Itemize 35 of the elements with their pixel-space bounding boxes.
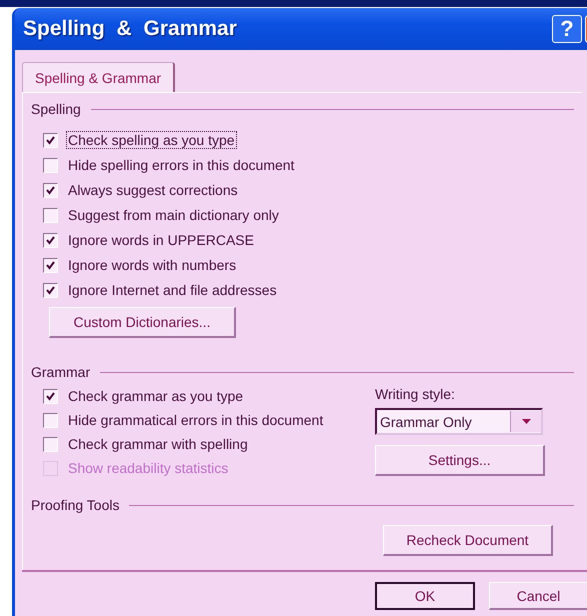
checkbox-label: Ignore words with numbers bbox=[67, 256, 238, 274]
checkbox-label: Check grammar as you type bbox=[67, 387, 244, 405]
field-label: Writing style: bbox=[375, 386, 456, 404]
custom-dictionaries-button[interactable]: Custom Dictionaries... bbox=[49, 307, 236, 338]
window-title: Spelling & Grammar bbox=[23, 17, 238, 41]
checkbox-label: Suggest from main dictionary only bbox=[67, 206, 280, 224]
checkbox-label: Hide spelling errors in this document bbox=[67, 156, 296, 174]
section-heading: Spelling bbox=[31, 101, 81, 117]
section-heading: Grammar bbox=[31, 364, 90, 380]
settings-button[interactable]: Settings... bbox=[375, 445, 545, 476]
checkbox[interactable] bbox=[43, 182, 58, 198]
recheck-document-button[interactable]: Recheck Document bbox=[383, 525, 553, 556]
checkbox[interactable] bbox=[43, 132, 58, 148]
checkbox[interactable] bbox=[43, 158, 58, 172]
checkbox[interactable] bbox=[43, 232, 58, 248]
dropdown-arrow-icon bbox=[522, 419, 530, 424]
checkbox-label: Hide grammatical errors in this document bbox=[67, 411, 324, 429]
checkbox-label: Check spelling as you type bbox=[66, 131, 237, 149]
checkbox-label: Check grammar with spelling bbox=[67, 435, 249, 453]
help-button[interactable]: ? bbox=[552, 15, 582, 43]
tab[interactable]: Spelling & Grammar bbox=[22, 62, 176, 92]
checkbox[interactable] bbox=[43, 412, 58, 428]
checkbox-label: Show readability statistics bbox=[67, 459, 230, 477]
checkbox-label: Ignore Internet and file addresses bbox=[67, 281, 278, 299]
section-heading: Proofing Tools bbox=[31, 497, 120, 513]
dialog-button[interactable]: OK bbox=[375, 582, 475, 610]
checkbox[interactable] bbox=[43, 282, 58, 298]
dialog-button[interactable]: Cancel bbox=[489, 582, 587, 610]
checkbox[interactable] bbox=[43, 388, 58, 404]
checkbox[interactable] bbox=[43, 258, 58, 272]
checkbox[interactable] bbox=[43, 436, 58, 452]
writing-style-dropdown[interactable]: Grammar Only bbox=[375, 408, 543, 435]
checkbox-label: Ignore words in UPPERCASE bbox=[67, 231, 255, 249]
checkbox[interactable] bbox=[43, 208, 58, 222]
checkbox-label: Always suggest corrections bbox=[67, 181, 239, 199]
